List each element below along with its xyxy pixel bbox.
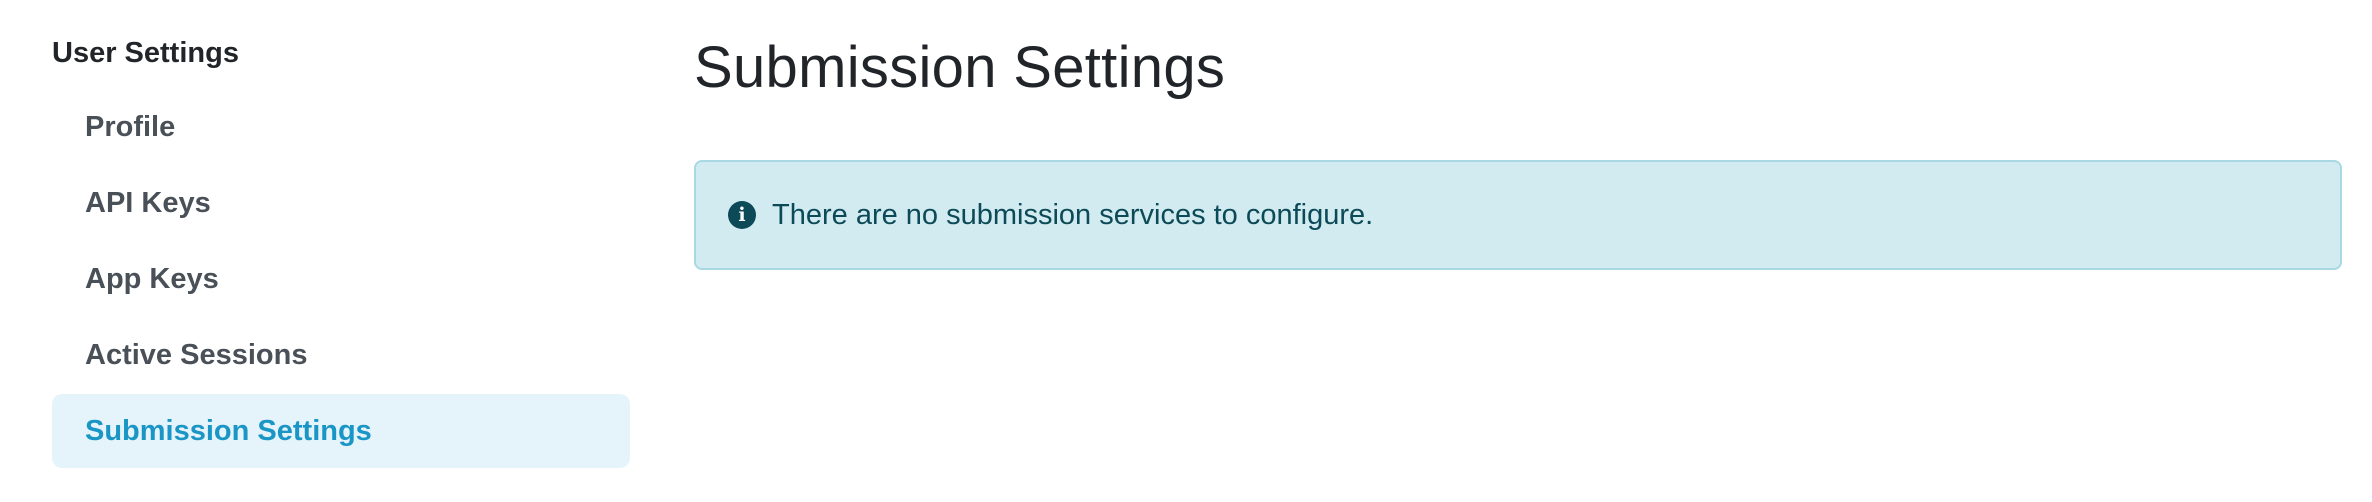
alert-message: There are no submission services to conf… bbox=[772, 198, 1374, 231]
main-content: Submission Settings i There are no submi… bbox=[694, 28, 2342, 270]
sidebar-item-profile[interactable]: Profile bbox=[52, 90, 630, 164]
sidebar-item-api-keys[interactable]: API Keys bbox=[52, 166, 630, 240]
sidebar-item-app-keys[interactable]: App Keys bbox=[52, 242, 630, 316]
settings-page: User Settings Profile API Keys App Keys … bbox=[0, 0, 2372, 502]
info-icon: i bbox=[728, 201, 756, 229]
info-alert: i There are no submission services to co… bbox=[694, 160, 2342, 270]
sidebar-item-submission-settings[interactable]: Submission Settings bbox=[52, 394, 630, 468]
page-title: Submission Settings bbox=[694, 35, 1226, 100]
sidebar-item-active-sessions[interactable]: Active Sessions bbox=[52, 318, 630, 392]
settings-sidebar: User Settings Profile API Keys App Keys … bbox=[52, 30, 630, 470]
sidebar-heading: User Settings bbox=[52, 37, 239, 69]
